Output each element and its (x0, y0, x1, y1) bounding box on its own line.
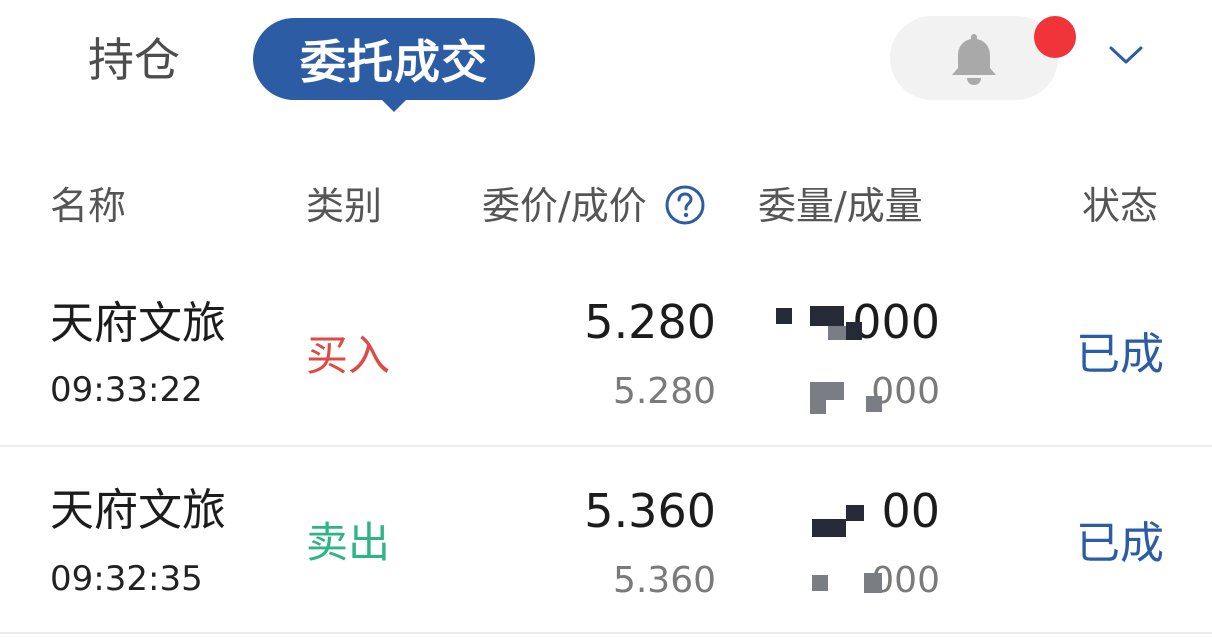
order-price: 5.280 (584, 295, 716, 349)
question-circle-icon[interactable] (664, 184, 706, 226)
order-status: 已成 (1076, 518, 1164, 569)
order-status: 已成 (1076, 329, 1164, 380)
active-tab-pointer (378, 96, 410, 112)
tab-orders-trades[interactable]: 委托成交 (253, 18, 535, 100)
redaction-block (810, 398, 826, 414)
fill-quantity: 000 (871, 560, 940, 601)
header-price: 委价/成价 (482, 184, 647, 228)
header-status: 状态 (1082, 184, 1159, 228)
order-price: 5.360 (584, 484, 716, 538)
row-divider (0, 632, 1212, 634)
redaction-block (828, 326, 846, 340)
table-row[interactable]: 天府文旅 09:32:35 卖出 5.360 5.360 00 000 已成 (0, 447, 1212, 632)
fill-price: 5.280 (612, 371, 716, 412)
order-time: 09:33:22 (50, 370, 203, 410)
header-name: 名称 (50, 184, 127, 228)
notification-badge (1034, 16, 1076, 58)
stock-name: 天府文旅 (50, 485, 226, 536)
table-row[interactable]: 天府文旅 09:33:22 买入 5.280 5.280 000 000 已成 (0, 270, 1212, 445)
fill-price: 5.360 (612, 560, 716, 601)
header-type: 类别 (306, 184, 383, 228)
redaction-block (776, 308, 792, 324)
tab-holdings[interactable]: 持仓 (88, 30, 180, 90)
redaction-block (846, 322, 862, 340)
redaction-block (810, 306, 844, 326)
redaction-block (812, 575, 828, 591)
redaction-block (866, 396, 882, 412)
redaction-block (812, 519, 846, 537)
header-quantity: 委量/成量 (758, 184, 923, 228)
order-side-sell: 卖出 (306, 518, 391, 567)
order-side-buy: 买入 (306, 331, 391, 380)
bell-icon (952, 34, 996, 85)
chevron-down-icon[interactable] (1108, 44, 1144, 66)
redaction-block (864, 573, 882, 593)
redaction-block (846, 505, 864, 521)
order-time: 09:32:35 (50, 559, 203, 599)
stock-name: 天府文旅 (50, 298, 226, 349)
